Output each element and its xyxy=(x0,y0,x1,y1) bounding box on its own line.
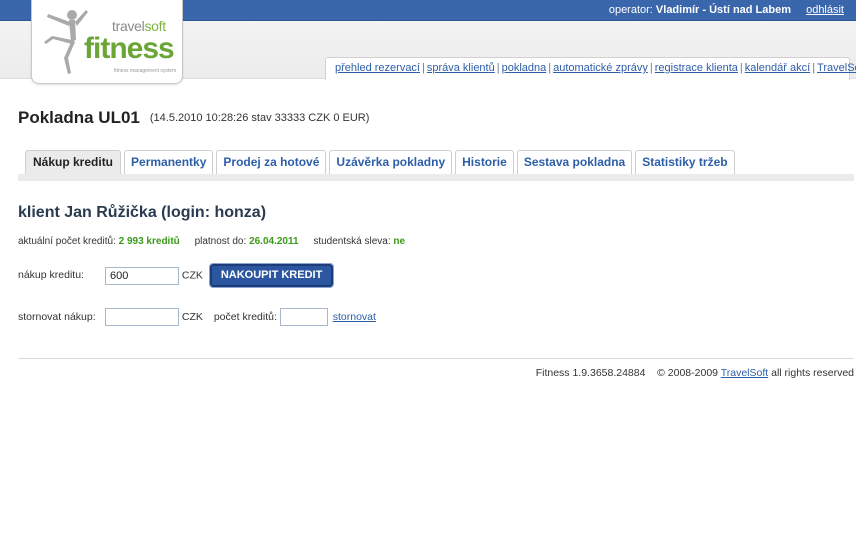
gymnast-icon xyxy=(44,10,88,74)
footer-rights: all rights reserved xyxy=(771,367,854,379)
purchase-label: nákup kreditu: xyxy=(18,269,84,282)
nav-separator: | xyxy=(422,62,425,74)
logout-link[interactable]: odhlásit xyxy=(806,4,844,16)
nav-separator: | xyxy=(649,62,653,74)
page-title: Pokladna UL01 (14.5.2010 10:28:26 stav 33… xyxy=(18,108,369,128)
valid-value: 26.04.2011 xyxy=(249,236,299,247)
storno-count-label: počet kreditů: xyxy=(213,310,277,323)
tab-historie[interactable]: Historie xyxy=(455,150,514,174)
nav-pokladna[interactable]: pokladna xyxy=(502,62,547,74)
valid-label: platnost do: xyxy=(194,236,247,247)
buy-credit-button[interactable]: NAKOUPIT KREDIT xyxy=(208,263,335,288)
storno-label: stornovat nákup: xyxy=(18,310,96,323)
tab-nakup-kreditu[interactable]: Nákup kreditu xyxy=(25,150,122,174)
storno-row: stornovat nákup: CZK počet kreditů: stor… xyxy=(18,308,376,326)
footer: Fitness 1.9.3658.24884 © 2008-2009 Trave… xyxy=(536,367,854,379)
footer-version: Fitness 1.9.3658.24884 xyxy=(535,367,646,379)
tab-sestava-pokladna[interactable]: Sestava pokladna xyxy=(516,150,633,174)
purchase-currency: CZK xyxy=(181,269,203,282)
nav-kalendar-akci[interactable]: kalendář akcí xyxy=(745,62,810,74)
purchase-row: nákup kreditu: CZK NAKOUPIT KREDIT xyxy=(18,263,335,288)
tab-underline xyxy=(18,174,854,181)
credits-label: aktuální počet kreditů: xyxy=(18,236,116,247)
storno-currency: CZK xyxy=(181,310,203,323)
logo[interactable]: travelsoft fitness fitness management sy… xyxy=(31,0,183,84)
footer-copyright: © 2008-2009 xyxy=(657,367,718,379)
credits-value: 2 993 kreditů xyxy=(118,236,180,247)
main-nav: přehled rezervací | správa klientů | pokladn… xyxy=(325,57,856,80)
nav-separator: | xyxy=(739,62,743,74)
client-info: aktuální počet kreditů: 2 993 kreditů pl… xyxy=(18,236,405,247)
nav-prehled-rezervaci[interactable]: přehled rezervací xyxy=(335,62,420,74)
storno-count-input[interactable] xyxy=(279,308,328,326)
operator-info: operator: Vladimír - Ústí nad Labem odhl… xyxy=(609,4,844,16)
logo-brand-main: fitness xyxy=(84,32,175,65)
client-heading: klient Jan Růžička (login: honza) xyxy=(18,204,267,221)
tab-permanentky[interactable]: Permanentky xyxy=(124,150,214,174)
tab-prodej-za-hotove[interactable]: Prodej za hotové xyxy=(216,150,327,174)
storno-link[interactable]: stornovat xyxy=(333,311,376,323)
page-subtitle: (14.5.2010 10:28:26 stav 33333 CZK 0 EUR… xyxy=(149,112,370,124)
operator-label: operator: xyxy=(608,4,653,16)
discount-value: ne xyxy=(393,236,406,247)
footer-company-link[interactable]: TravelSoft xyxy=(721,367,768,379)
footer-divider xyxy=(18,358,854,359)
nav-separator: | xyxy=(812,62,816,74)
nav-registrace-klienta[interactable]: registrace klienta xyxy=(655,62,738,74)
nav-separator: | xyxy=(548,62,552,74)
discount-label: studentská sleva: xyxy=(313,236,391,247)
nav-separator: | xyxy=(496,62,500,74)
tab-uzaverka-pokladny[interactable]: Uzávěrka pokladny xyxy=(329,150,453,174)
logo-tagline: fitness management system xyxy=(114,68,177,74)
purchase-amount-input[interactable] xyxy=(105,266,179,285)
tab-bar: Nákup kreditu Permanentky Prodej za hotové… xyxy=(25,150,738,175)
storno-amount-input[interactable] xyxy=(105,308,179,326)
tab-statistiky-trzeb[interactable]: Statistiky tržeb xyxy=(635,150,735,174)
operator-name: Vladimír - Ústí nad Labem xyxy=(655,4,792,16)
nav-sprava-klientu[interactable]: správa klientů xyxy=(427,62,495,74)
nav-travelsoft[interactable]: TravelSoft xyxy=(817,62,856,74)
page-title-text: Pokladna UL01 xyxy=(18,108,140,127)
nav-automaticke-zpravy[interactable]: automatické zprávy xyxy=(553,62,648,74)
